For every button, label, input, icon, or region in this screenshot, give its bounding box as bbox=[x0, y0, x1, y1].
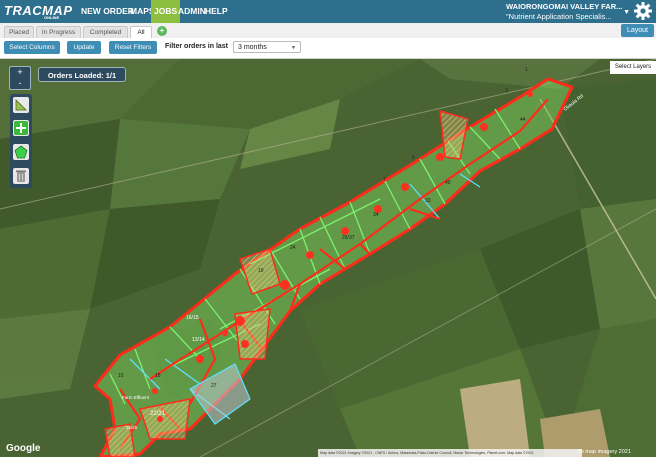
select-columns-button[interactable]: Select Columns bbox=[4, 41, 60, 54]
drawing-toolbar bbox=[10, 94, 32, 188]
map-attribution: Map data ©2021 Imagery ©2021 , CNES / Ai… bbox=[318, 449, 582, 457]
paddock-label: 3 bbox=[505, 88, 508, 94]
paddock-label: 34 bbox=[373, 212, 379, 218]
paddock-label: 13/14 bbox=[192, 337, 205, 343]
select-arrow-icon: ▼ bbox=[291, 45, 296, 51]
paddock-label: 15 bbox=[118, 373, 124, 379]
nav-help[interactable]: HELP bbox=[202, 0, 231, 23]
paddock-label: 1 bbox=[525, 67, 528, 73]
map-canvas[interactable]: Okauia Rd 1 3 44 6 7 40 33 34 26/37 24 1… bbox=[0, 59, 656, 457]
orders-loaded-badge: Orders Loaded: 1/1 bbox=[38, 67, 126, 82]
filter-period-select[interactable]: 3 months ▼ bbox=[233, 41, 301, 53]
tab-placed[interactable]: Placed bbox=[4, 26, 34, 38]
paddock-label: 22/21 bbox=[150, 411, 166, 417]
paddock-label: 7 bbox=[383, 177, 386, 183]
logo-subtext: ONLINE bbox=[44, 15, 60, 20]
paddock-label: 33 bbox=[425, 198, 431, 204]
zoom-control: + - bbox=[9, 66, 31, 90]
add-icon[interactable] bbox=[13, 120, 29, 136]
ruler-icon[interactable] bbox=[13, 97, 29, 113]
farm-selector[interactable]: WAIORONGOMAI VALLEY FAR... "Nutrient App… bbox=[506, 2, 624, 22]
layout-button[interactable]: Layout bbox=[621, 24, 654, 37]
paddock-label: 19 bbox=[258, 268, 264, 274]
paddock-label: 27 bbox=[211, 383, 217, 389]
paddock-label: 24 bbox=[290, 245, 296, 251]
pentagon-icon[interactable] bbox=[13, 144, 29, 160]
top-nav-bar: TRACMAP ONLINE NEW ORDER MAPS JOBS ADMIN… bbox=[0, 0, 656, 24]
update-button[interactable]: Update bbox=[67, 41, 101, 54]
select-layers-button[interactable]: Select Layers bbox=[610, 61, 656, 74]
zoom-in-button[interactable]: + bbox=[10, 67, 30, 78]
reset-filters-button[interactable]: Reset Filters bbox=[109, 41, 157, 54]
paddock-label: 6 bbox=[412, 155, 415, 161]
paddock-label: 26/25 bbox=[126, 425, 138, 430]
tab-completed[interactable]: Completed bbox=[83, 26, 128, 38]
filter-period-value: 3 months bbox=[238, 44, 267, 51]
tab-in-progress[interactable]: In Progress bbox=[36, 26, 81, 38]
gear-icon[interactable] bbox=[633, 1, 653, 21]
filter-toolbar: Select Columns Update Reset Filters Filt… bbox=[0, 38, 656, 59]
tab-all[interactable]: All bbox=[130, 26, 152, 38]
satellite-map[interactable]: Okauia Rd 1 3 44 6 7 40 33 34 26/37 24 1… bbox=[0, 59, 656, 457]
map-scale-note: To map imagery 2021 bbox=[578, 449, 631, 455]
trash-icon[interactable] bbox=[13, 168, 29, 184]
add-tab-button[interactable]: + bbox=[157, 26, 167, 36]
paddock-label: 40 bbox=[445, 180, 451, 186]
farm-subtitle: "Nutrient Application Specialis... bbox=[506, 12, 612, 21]
paddock-label: 26/37 bbox=[342, 235, 355, 241]
paddock-label: 44 bbox=[520, 117, 526, 123]
paddock-label: Farm Effluent bbox=[122, 395, 150, 400]
filter-label: Filter orders in last bbox=[165, 43, 229, 50]
logo-text: TRACMAP bbox=[4, 3, 73, 18]
paddock-label: 16/15 bbox=[186, 315, 199, 321]
farm-name: WAIORONGOMAI VALLEY FAR... bbox=[506, 2, 623, 11]
order-tabs: Placed In Progress Completed All bbox=[0, 23, 656, 38]
tracmap-logo[interactable]: TRACMAP ONLINE bbox=[4, 3, 72, 20]
zoom-out-button[interactable]: - bbox=[10, 78, 30, 89]
paddock-label: 18 bbox=[155, 373, 161, 379]
google-logo: Google bbox=[6, 443, 41, 454]
chevron-down-icon[interactable]: ▼ bbox=[623, 9, 630, 16]
